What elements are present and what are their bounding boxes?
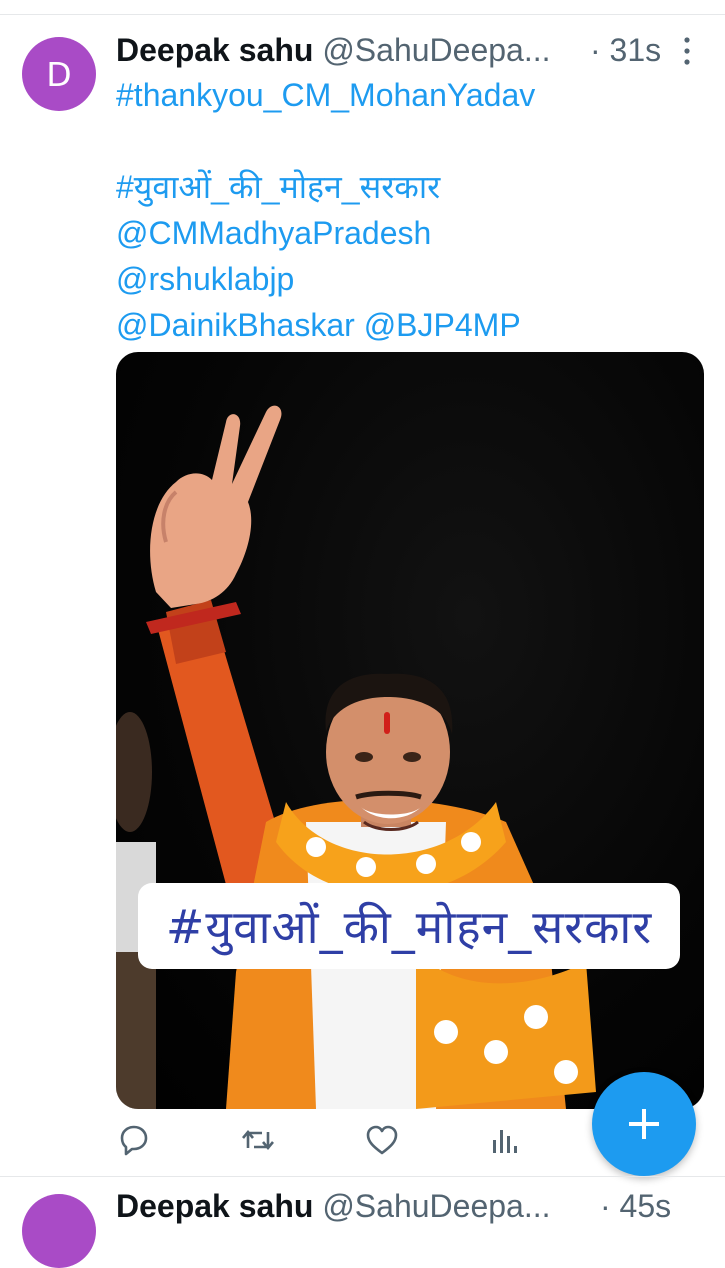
mention-bjp4mp[interactable]: @BJP4MP bbox=[364, 307, 521, 343]
mention-line: @DainikBhaskar @BJP4MP bbox=[116, 302, 706, 348]
photo-illustration bbox=[116, 405, 596, 1109]
top-divider bbox=[0, 14, 725, 15]
mention-cmmadhyapradesh[interactable]: @CMMadhyaPradesh bbox=[116, 210, 706, 256]
hashtag-yuvaon[interactable]: #युवाओं_की_मोहन_सरकार bbox=[116, 164, 706, 210]
avatar-letter: D bbox=[46, 54, 72, 94]
reply-icon[interactable] bbox=[116, 1122, 152, 1158]
mention-dainikbhaskar[interactable]: @DainikBhaskar bbox=[116, 307, 355, 343]
tweet-text: #thankyou_CM_MohanYadav #युवाओं_की_मोहन_… bbox=[116, 72, 706, 348]
hashtag-thankyou[interactable]: #thankyou_CM_MohanYadav bbox=[116, 72, 706, 118]
retweet-icon[interactable] bbox=[240, 1122, 276, 1158]
bottom-divider bbox=[0, 1176, 725, 1177]
tweet-actions bbox=[116, 1122, 636, 1162]
like-icon[interactable] bbox=[364, 1122, 400, 1158]
image-hashtag-banner: #युवाओं_की_मोहन_सरकार bbox=[138, 883, 680, 969]
more-vertical-icon[interactable] bbox=[680, 36, 694, 66]
user-handle[interactable]: @SahuDeepa... bbox=[322, 32, 550, 68]
next-tweet-header: Deepak sahu @SahuDeepa... bbox=[116, 1184, 551, 1228]
avatar[interactable]: D bbox=[22, 37, 96, 111]
tweet-time[interactable]: · 31s bbox=[590, 28, 661, 72]
views-icon[interactable] bbox=[486, 1122, 522, 1158]
compose-plus-icon bbox=[629, 1109, 659, 1139]
tweet-image[interactable]: #युवाओं_की_मोहन_सरकार bbox=[116, 352, 704, 1109]
mention-rshuklabjp[interactable]: @rshuklabjp bbox=[116, 256, 706, 302]
next-display-name[interactable]: Deepak sahu bbox=[116, 1188, 313, 1224]
display-name[interactable]: Deepak sahu bbox=[116, 32, 313, 68]
next-tweet-avatar[interactable] bbox=[22, 1194, 96, 1268]
compose-button[interactable] bbox=[592, 1072, 696, 1176]
next-user-handle[interactable]: @SahuDeepa... bbox=[322, 1188, 550, 1224]
next-tweet-time[interactable]: · 45s bbox=[600, 1184, 671, 1228]
